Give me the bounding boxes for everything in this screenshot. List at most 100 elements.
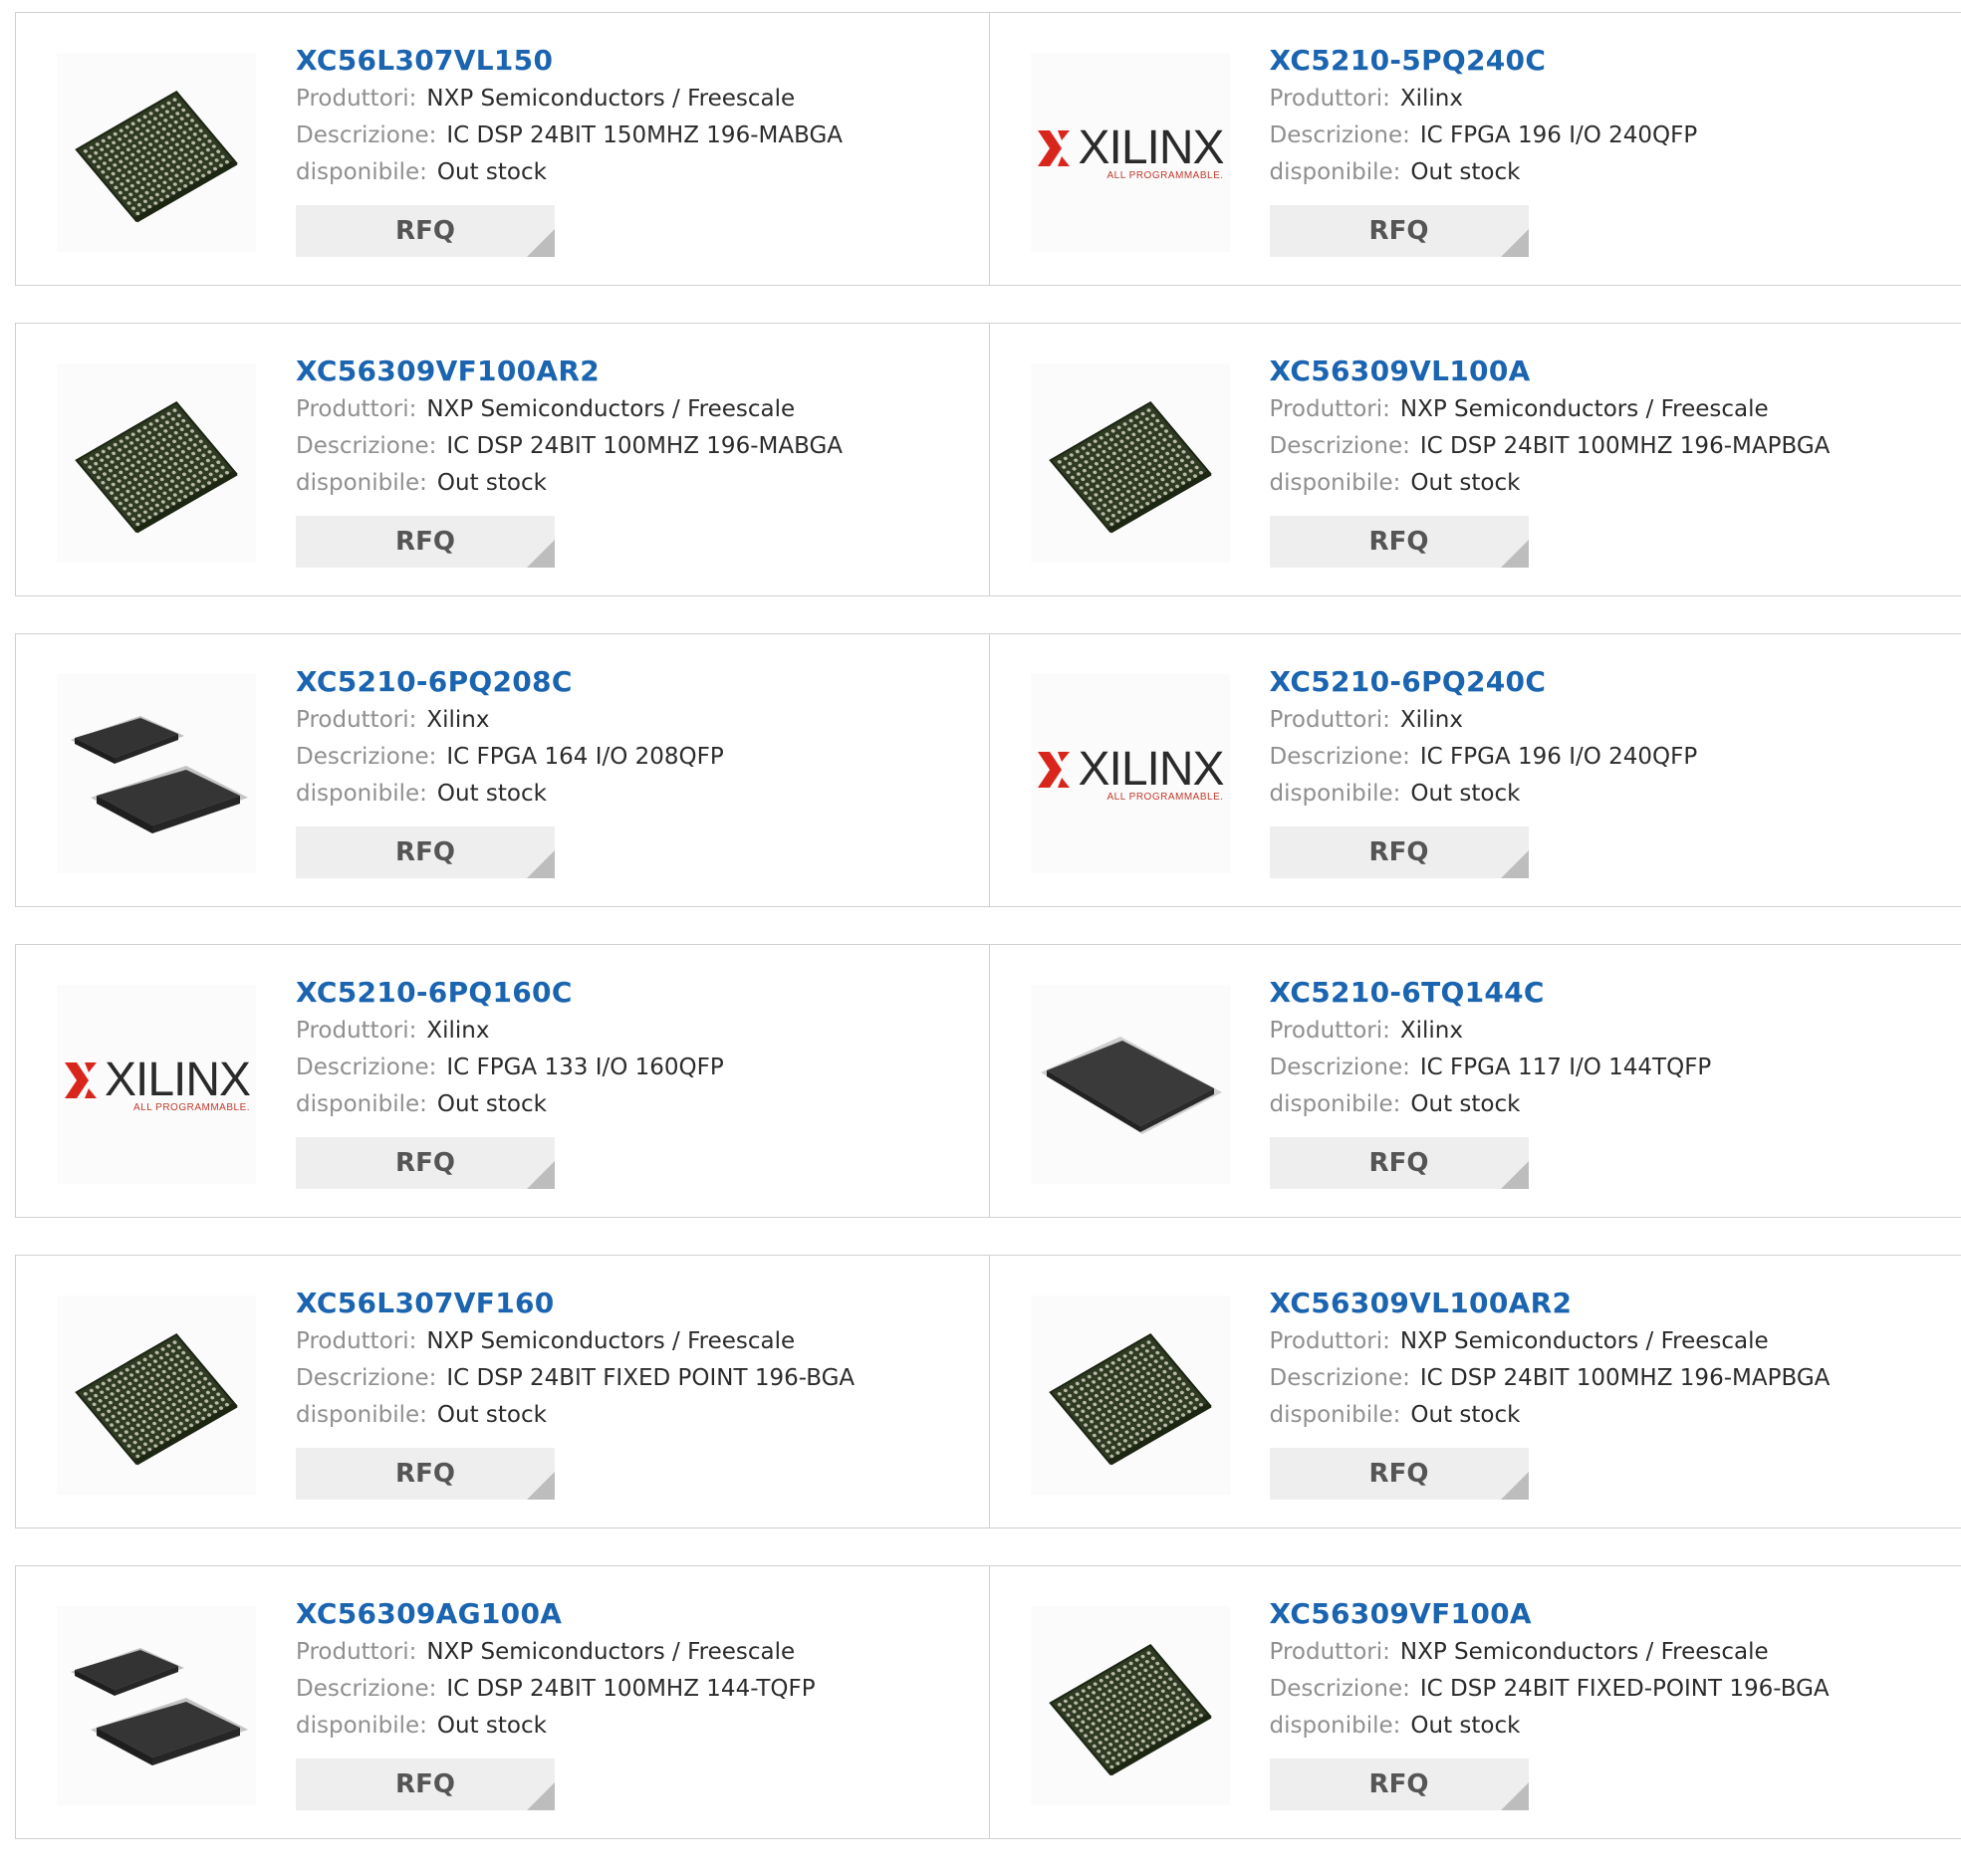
rfq-label: RFQ: [1369, 527, 1429, 557]
manufacturer-label: Produttori:: [1270, 1639, 1390, 1665]
manufacturer-row: Produttori: Xilinx: [296, 702, 979, 739]
product-card: XILINXALL PROGRAMMABLE. XC5210-6PQ240C P…: [989, 634, 1961, 906]
rfq-label: RFQ: [1369, 1459, 1429, 1489]
description-value: IC FPGA 196 I/O 240QFP: [1420, 122, 1697, 148]
xilinx-logo: XILINXALL PROGRAMMABLE.: [63, 1056, 250, 1113]
product-info: XC56L307VL150 Produttori:NXP Semiconduct…: [296, 41, 979, 257]
description-row: Descrizione:IC DSP 24BIT 100MHZ 144-TQFP: [296, 1671, 979, 1708]
availability-value: Out stock: [437, 470, 547, 496]
rfq-button[interactable]: RFQ: [1270, 205, 1529, 257]
manufacturer-row: Produttori:Xilinx: [1270, 702, 1952, 739]
part-number-link[interactable]: XC56309AG100A: [296, 1594, 979, 1634]
rfq-button[interactable]: RFQ: [1270, 1448, 1529, 1500]
xilinx-wordmark: XILINX: [105, 1056, 250, 1104]
description-label: Descrizione:: [1270, 433, 1410, 459]
availability-row: disponibile:Out stock: [1270, 1397, 1952, 1434]
availability-row: disponibile: Out stock: [296, 1086, 979, 1123]
product-card: XC56L307VF160 Produttori:NXP Semiconduct…: [16, 1256, 989, 1527]
part-number-link[interactable]: XC56309VF100AR2: [296, 352, 979, 391]
rfq-label: RFQ: [395, 1148, 455, 1178]
availability-label: disponibile:: [1270, 470, 1401, 496]
corner-triangle-icon: [1501, 1161, 1529, 1189]
part-number-link[interactable]: XC56L307VL150: [296, 41, 979, 81]
part-number-link[interactable]: XC56L307VF160: [296, 1284, 979, 1323]
product-card: XC5210-6TQ144C Produttori:Xilinx Descriz…: [989, 945, 1961, 1217]
availability-label: disponibile:: [296, 159, 427, 185]
manufacturer-value: Xilinx: [426, 1018, 489, 1044]
manufacturer-value: Xilinx: [426, 707, 489, 733]
part-number-link[interactable]: XC56309VF100A: [1270, 1594, 1952, 1634]
corner-triangle-icon: [1501, 540, 1529, 568]
manufacturer-label: Produttori:: [296, 1018, 416, 1044]
rfq-button[interactable]: RFQ: [1270, 516, 1529, 568]
availability-label: disponibile:: [296, 781, 427, 807]
part-number-link[interactable]: XC56309VL100AR2: [1270, 1284, 1952, 1323]
description-row: Descrizione:IC FPGA 117 I/O 144TQFP: [1270, 1050, 1952, 1086]
rfq-button[interactable]: RFQ: [296, 1448, 555, 1500]
description-row: Descrizione:IC FPGA 164 I/O 208QFP: [296, 739, 979, 776]
rfq-button[interactable]: RFQ: [296, 1759, 555, 1810]
rfq-button[interactable]: RFQ: [1270, 826, 1529, 878]
product-image[interactable]: [57, 1295, 256, 1495]
availability-value: Out stock: [437, 1402, 547, 1428]
manufacturer-label: Produttori:: [296, 707, 416, 733]
description-value: IC FPGA 117 I/O 144TQFP: [1420, 1055, 1711, 1080]
rfq-label: RFQ: [1369, 1769, 1429, 1799]
description-row: Descrizione:IC FPGA 196 I/O 240QFP: [1270, 739, 1952, 776]
product-image[interactable]: XILINXALL PROGRAMMABLE.: [1031, 53, 1230, 252]
product-image[interactable]: [57, 1606, 256, 1805]
rfq-label: RFQ: [1369, 837, 1429, 867]
rfq-button[interactable]: RFQ: [1270, 1137, 1529, 1189]
product-info: XC56309VF100AR2 Produttori:NXP Semicondu…: [296, 352, 979, 568]
product-image[interactable]: [57, 53, 256, 252]
manufacturer-label: Produttori:: [296, 1639, 416, 1665]
product-image[interactable]: [1031, 1295, 1230, 1495]
part-number-link[interactable]: XC5210-6PQ208C: [296, 662, 979, 702]
availability-value: Out stock: [437, 1091, 547, 1117]
manufacturer-value: NXP Semiconductors / Freescale: [426, 1328, 795, 1354]
manufacturer-value: NXP Semiconductors / Freescale: [1400, 396, 1769, 422]
description-label: Descrizione:: [1270, 1365, 1410, 1391]
product-image[interactable]: [1031, 363, 1230, 563]
description-value: IC FPGA 164 I/O 208QFP: [446, 744, 723, 770]
rfq-label: RFQ: [1369, 216, 1429, 246]
product-image[interactable]: XILINXALL PROGRAMMABLE.: [1031, 674, 1230, 873]
rfq-button[interactable]: RFQ: [296, 1137, 555, 1189]
product-image[interactable]: [57, 363, 256, 563]
rfq-button[interactable]: RFQ: [1270, 1759, 1529, 1810]
description-value: IC DSP 24BIT 100MHZ 144-TQFP: [446, 1676, 815, 1702]
product-card: XC56309VF100AR2 Produttori:NXP Semicondu…: [16, 324, 989, 595]
description-label: Descrizione:: [296, 1365, 436, 1391]
manufacturer-row: Produttori:NXP Semiconductors / Freescal…: [296, 1323, 979, 1360]
description-row: Descrizione:IC FPGA 133 I/O 160QFP: [296, 1050, 979, 1086]
description-row: Descrizione:IC DSP 24BIT FIXED POINT 196…: [296, 1360, 979, 1397]
part-number-link[interactable]: XC5210-6PQ240C: [1270, 662, 1952, 702]
xilinx-mark-icon: [63, 1060, 99, 1100]
product-card: XILINXALL PROGRAMMABLE. XC5210-6PQ160C P…: [16, 945, 989, 1217]
availability-row: disponibile:Out stock: [1270, 1086, 1952, 1123]
availability-row: disponibile:Out stock: [1270, 465, 1952, 502]
description-row: Descrizione:IC DSP 24BIT 100MHZ 196-MABG…: [296, 428, 979, 465]
description-value: IC DSP 24BIT 100MHZ 196-MAPBGA: [1420, 433, 1831, 459]
product-image[interactable]: [1031, 985, 1230, 1184]
rfq-button[interactable]: RFQ: [296, 516, 555, 568]
description-row: Descrizione:IC DSP 24BIT FIXED-POINT 196…: [1270, 1671, 1952, 1708]
corner-triangle-icon: [1501, 850, 1529, 878]
rfq-button[interactable]: RFQ: [296, 826, 555, 878]
product-info: XC5210-6PQ208C Produttori: Xilinx Descriz…: [296, 662, 979, 878]
part-number-link[interactable]: XC5210-6PQ160C: [296, 973, 979, 1013]
description-value: IC DSP 24BIT 150MHZ 196-MABGA: [446, 122, 843, 148]
description-label: Descrizione:: [1270, 744, 1410, 770]
product-image[interactable]: [57, 674, 256, 873]
product-info: XC56309AG100A Produttori:NXP Semiconduct…: [296, 1594, 979, 1810]
part-number-link[interactable]: XC5210-6TQ144C: [1270, 973, 1952, 1013]
availability-label: disponibile:: [296, 1091, 427, 1117]
product-image[interactable]: XILINXALL PROGRAMMABLE.: [57, 985, 256, 1184]
part-number-link[interactable]: XC5210-5PQ240C: [1270, 41, 1952, 81]
availability-row: disponibile:Out stock: [1270, 776, 1952, 813]
availability-value: Out stock: [437, 1713, 547, 1739]
product-image[interactable]: [1031, 1606, 1230, 1805]
rfq-button[interactable]: RFQ: [296, 205, 555, 257]
part-number-link[interactable]: XC56309VL100A: [1270, 352, 1952, 391]
availability-value: Out stock: [437, 159, 547, 185]
